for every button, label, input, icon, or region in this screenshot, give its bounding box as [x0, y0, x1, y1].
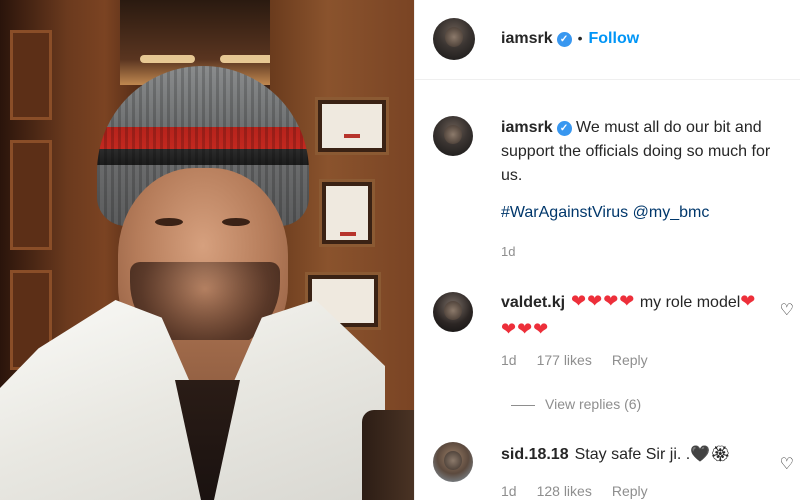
view-replies-button[interactable]: View replies (6) — [511, 396, 641, 412]
comment-username[interactable]: sid.18.18 — [501, 446, 569, 463]
framed-certificate — [322, 182, 372, 244]
eye — [222, 218, 250, 226]
comment-item: valdet.kj ❤❤❤❤ my role model❤❤❤❤ — [501, 288, 771, 344]
comment-time[interactable]: 1d — [501, 483, 517, 499]
commenter-avatar[interactable] — [433, 442, 473, 482]
post-caption: iamsrk ✓ We must all do our bit and suppo… — [501, 116, 791, 188]
comment-emoji: 🖤🏵 — [690, 446, 731, 463]
post-header: iamsrk ✓ • Follow — [415, 0, 800, 80]
comment-likes[interactable]: 177 likes — [537, 352, 592, 368]
comment-meta: 1d 177 likes Reply — [501, 352, 668, 368]
hashtag-link[interactable]: #WarAgainstVirus — [501, 204, 628, 221]
verified-badge-icon: ✓ — [556, 121, 572, 136]
comment-item: sid.18.18 Stay safe Sir ji. .🖤🏵 — [501, 442, 771, 468]
post-sidebar: iamsrk ✓ • Follow iamsrk ✓ We must all do ou… — [414, 0, 800, 500]
commenter-avatar[interactable] — [433, 292, 473, 332]
comment-time[interactable]: 1d — [501, 352, 517, 368]
comment-username[interactable]: valdet.kj — [501, 294, 565, 311]
heart-outline-icon[interactable]: ♡ — [780, 300, 794, 320]
comment-text: Stay safe Sir ji. . — [574, 446, 691, 463]
eye — [155, 218, 183, 226]
post-video[interactable] — [0, 0, 414, 500]
caption-username[interactable]: iamsrk — [501, 119, 553, 136]
separator-dot: • — [577, 30, 583, 46]
header-row: iamsrk ✓ • Follow — [501, 30, 639, 48]
chair — [362, 410, 414, 500]
mention-link[interactable]: @my_bmc — [633, 204, 710, 221]
framed-certificate — [318, 100, 386, 152]
caption-avatar[interactable] — [433, 116, 473, 156]
caption-tags: #WarAgainstVirus @my_bmc — [501, 204, 709, 222]
heart-outline-icon[interactable]: ♡ — [780, 454, 794, 474]
reply-button[interactable]: Reply — [612, 483, 648, 499]
author-avatar[interactable] — [433, 18, 475, 60]
follow-button[interactable]: Follow — [589, 30, 640, 47]
verified-badge-icon: ✓ — [556, 32, 572, 47]
comment-likes[interactable]: 128 likes — [537, 483, 592, 499]
comment-text: my role model — [639, 294, 741, 311]
reply-button[interactable]: Reply — [612, 352, 648, 368]
replies-line-icon — [511, 404, 535, 406]
post-timestamp[interactable]: 1d — [501, 244, 515, 259]
comment-meta: 1d 128 likes Reply — [501, 483, 668, 499]
view-replies-label: View replies (6) — [545, 396, 642, 412]
heart-emoji: ❤❤❤❤ — [571, 291, 636, 311]
author-username[interactable]: iamsrk — [501, 30, 553, 47]
